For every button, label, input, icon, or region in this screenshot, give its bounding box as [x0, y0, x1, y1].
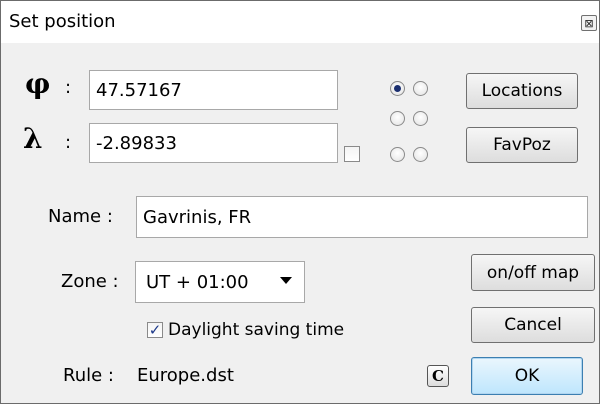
chevron-down-icon: [280, 277, 292, 284]
longitude-value: -2.89833: [96, 132, 177, 154]
radio-option-2[interactable]: [413, 81, 428, 96]
name-value: Gavrinis, FR: [143, 206, 252, 228]
latitude-input[interactable]: 47.57167: [89, 70, 338, 110]
latitude-colon: :: [65, 77, 72, 98]
set-position-dialog: Set position ⊠ φ : 47.57167 λ : -2.89833…: [0, 0, 600, 404]
longitude-colon: :: [65, 132, 72, 153]
zone-select[interactable]: UT + 01:00: [135, 261, 305, 303]
c-button[interactable]: C: [427, 365, 449, 387]
favpoz-button[interactable]: FavPoz: [466, 127, 578, 163]
longitude-symbol: λ: [23, 122, 43, 155]
name-input[interactable]: Gavrinis, FR: [136, 196, 588, 238]
latitude-symbol: φ: [25, 67, 51, 100]
daylight-checkbox[interactable]: ✓: [147, 322, 163, 338]
close-icon[interactable]: ⊠: [581, 15, 597, 31]
rule-value: Europe.dst: [137, 365, 234, 386]
locations-button[interactable]: Locations: [466, 73, 578, 109]
latitude-value: 47.57167: [96, 79, 182, 101]
radio-option-3[interactable]: [390, 111, 405, 126]
name-label: Name :: [48, 206, 113, 227]
radio-option-6[interactable]: [413, 147, 428, 162]
longitude-checkbox[interactable]: [344, 146, 360, 162]
title-bar: Set position ⊠: [1, 1, 599, 43]
radio-option-5[interactable]: [390, 147, 405, 162]
zone-label: Zone :: [61, 271, 119, 292]
radio-option-4[interactable]: [413, 111, 428, 126]
onoff-map-button[interactable]: on/off map: [471, 254, 595, 291]
ok-button[interactable]: OK: [471, 357, 583, 395]
dialog-title: Set position: [9, 11, 116, 32]
radio-option-1[interactable]: [390, 81, 405, 96]
zone-value: UT + 01:00: [146, 271, 249, 293]
daylight-label: Daylight saving time: [168, 320, 345, 340]
longitude-input[interactable]: -2.89833: [89, 123, 338, 163]
cancel-button[interactable]: Cancel: [471, 307, 595, 343]
rule-label: Rule :: [63, 365, 114, 386]
